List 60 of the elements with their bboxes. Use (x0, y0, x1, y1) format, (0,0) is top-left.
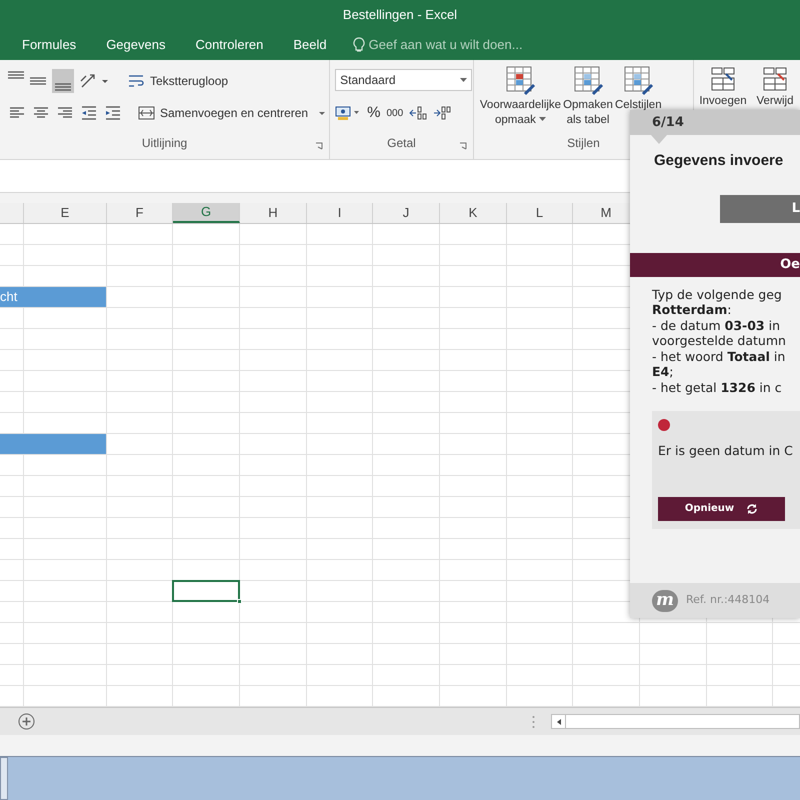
column-header[interactable]: L (507, 203, 573, 223)
cell-text: cht (0, 288, 18, 306)
lightbulb-icon (352, 37, 365, 53)
window-title: Bestellingen - Excel (342, 6, 458, 24)
align-bottom-icon (55, 83, 71, 91)
left-arrow-icon (556, 718, 560, 724)
menu-tab[interactable]: Gegevens (106, 35, 166, 55)
caret-icon (318, 110, 326, 116)
menu-tab[interactable]: Beeld (293, 35, 327, 55)
number-format-dropdown[interactable]: Standaard (335, 69, 472, 91)
decrease-decimal-icon (433, 105, 452, 121)
step-counter: 6/14 (652, 114, 684, 132)
wrap-text-button[interactable]: Tekstterugloop (128, 72, 228, 90)
add-sheet-icon[interactable] (18, 713, 35, 730)
currency-icon (335, 105, 362, 121)
refresh-icon (746, 502, 758, 515)
merge-cells-icon (138, 105, 156, 121)
retry-button[interactable]: Opnieuw (658, 496, 785, 521)
column-header[interactable]: J (373, 203, 440, 223)
ribbon-button[interactable]: Opmaken als tabel (563, 64, 613, 128)
column-header[interactable]: K (440, 203, 507, 223)
increase-decimal-icon (409, 105, 428, 121)
tell-me-field[interactable]: Geef aan wat u wilt doen... (368, 35, 549, 55)
group-label: Stijlen (567, 135, 600, 152)
taskbar-item[interactable] (0, 757, 8, 800)
logo: m (652, 590, 678, 612)
section-title: Oe (780, 256, 800, 274)
increase-indent-icon (104, 105, 122, 121)
orientation-icon (80, 73, 108, 89)
align-bottom-button[interactable] (52, 69, 74, 93)
panel-title: Gegevens invoere (654, 151, 784, 171)
group-label: Getal (387, 135, 416, 152)
align-middle-icon (30, 77, 46, 85)
splitter-handle-icon[interactable] (532, 714, 535, 728)
instruction-text: Typ de volgende geg Rotterdam: - de datum 03-03 in voorgestelde datumn - het woord Totaal in E4; - het getal 1326 in c (651, 286, 787, 395)
active-cell[interactable] (172, 580, 240, 602)
column-header[interactable]: E (24, 203, 107, 223)
menu-tab[interactable]: Controleren (195, 35, 264, 55)
comma-style-button[interactable]: 000 (386, 106, 404, 120)
group-label: Uitlijning (142, 135, 188, 152)
horizontal-scrollbar[interactable] (551, 714, 800, 729)
column-header[interactable]: G (173, 203, 240, 223)
dialog-launcher-icon[interactable] (315, 142, 324, 150)
dialog-launcher-icon[interactable] (458, 142, 467, 150)
merge-center-button[interactable]: Samenvoegen en centreren (138, 104, 326, 122)
align-top-icon (8, 71, 24, 79)
decrease-indent-icon (80, 105, 98, 121)
column-header[interactable]: H (240, 203, 307, 223)
menu-tab[interactable]: Formules (22, 35, 76, 55)
panel-button[interactable]: L (720, 194, 800, 222)
reference-number: Ref. nr.:448104 (686, 592, 770, 608)
fill-handle[interactable] (237, 599, 242, 604)
caret-icon (460, 78, 468, 82)
ribbon-button[interactable]: Invoegen (698, 64, 748, 109)
ribbon-button[interactable]: Verwijd (750, 64, 800, 109)
column-header[interactable]: I (307, 203, 373, 223)
feedback-message: Er is geen datum in C (658, 442, 794, 460)
percent-style-button[interactable]: % (367, 102, 380, 124)
ribbon-button[interactable]: Voorwaardelijke opmaak (480, 64, 562, 128)
wrap-text-icon (128, 73, 146, 89)
